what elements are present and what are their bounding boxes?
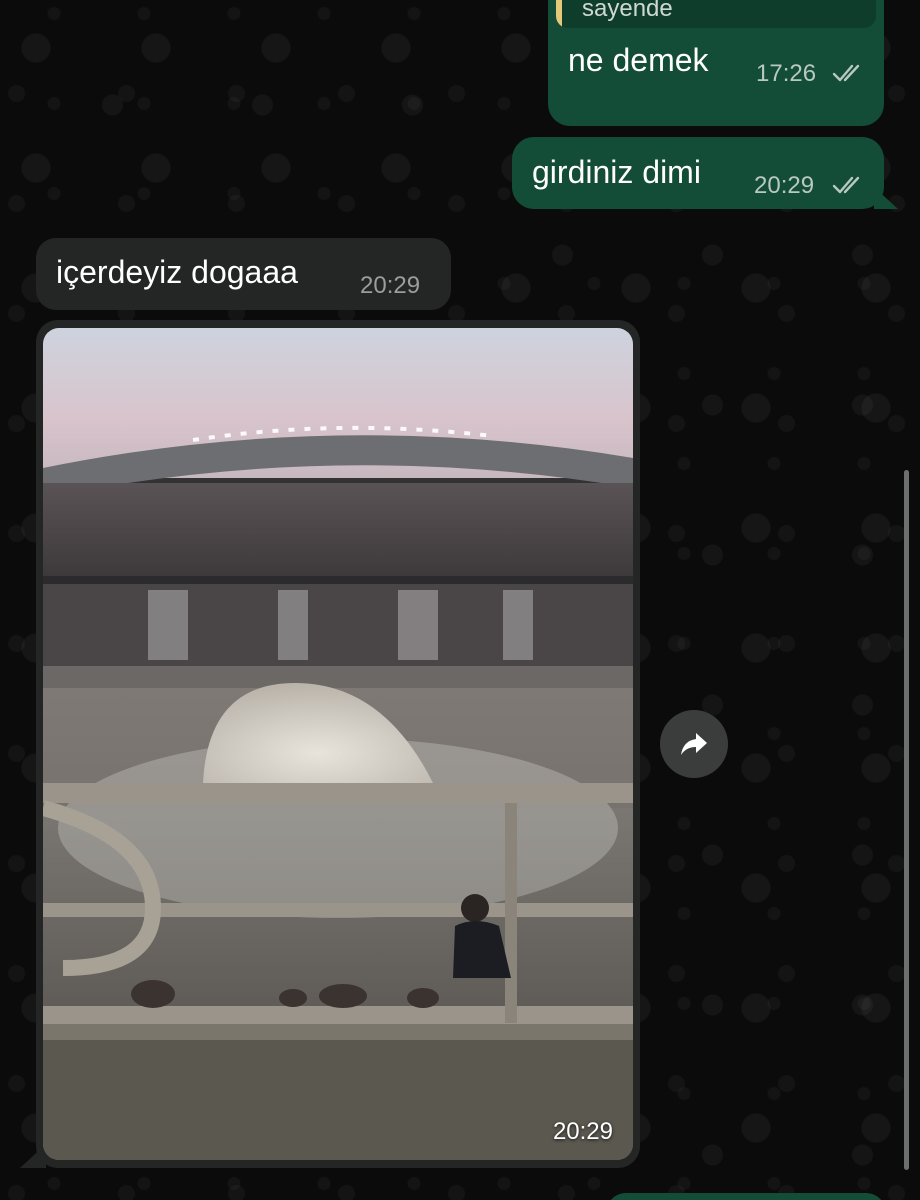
- message-time: 20:29: [360, 272, 421, 299]
- outgoing-message[interactable]: [606, 1193, 886, 1200]
- double-check-icon: [832, 176, 860, 194]
- outgoing-message[interactable]: girdiniz dimi 20:29: [512, 137, 898, 209]
- incoming-media-message[interactable]: 20:29: [20, 320, 640, 1168]
- bubble-tail: [20, 1144, 46, 1168]
- message-text: içerdeyiz dogaaa: [56, 254, 298, 290]
- photo-image: [43, 328, 633, 1160]
- forward-button[interactable]: [660, 710, 728, 778]
- outgoing-message[interactable]: sayende ne demek 17:26: [548, 0, 884, 126]
- message-time: 20:29: [552, 1118, 613, 1145]
- incoming-message[interactable]: içerdeyiz dogaaa 20:29: [36, 238, 451, 310]
- chat-view: sayende ne demek 17:26 girdiniz dimi 20:…: [0, 0, 920, 1200]
- message-text: ne demek: [568, 42, 709, 78]
- message-time: 17:26: [756, 60, 817, 87]
- bubble-tail: [874, 187, 898, 209]
- message-time: 20:29: [754, 172, 815, 199]
- forward-icon: [681, 733, 707, 755]
- scrollbar[interactable]: [904, 470, 909, 1170]
- quoted-text: sayende: [582, 0, 673, 22]
- message-text: girdiniz dimi: [532, 154, 701, 190]
- double-check-icon: [832, 64, 860, 82]
- quoted-reply[interactable]: sayende: [556, 0, 876, 28]
- stadium-photo[interactable]: 20:29: [43, 328, 633, 1160]
- quote-accent-bar: [556, 0, 562, 28]
